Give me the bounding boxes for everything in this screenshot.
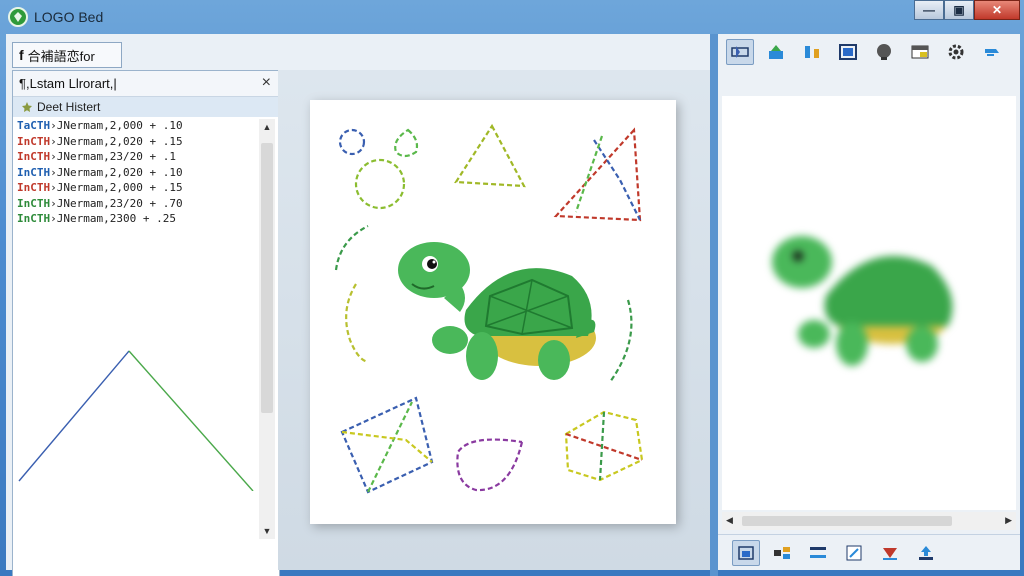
scroll-thumb[interactable] (261, 143, 273, 413)
history-star-icon (22, 102, 32, 112)
scroll-down-arrow[interactable]: ▼ (259, 523, 275, 539)
layers-icon[interactable] (732, 539, 760, 566)
tab-label: 合補語恋for (27, 48, 95, 64)
history-list: TaCTH ›JNermam,2,000 + .10 InCTH ›JNermam,… (17, 119, 253, 229)
graph-line-green (128, 350, 254, 491)
row-text: ›JNermam,2,000 + .15 (50, 181, 183, 194)
pen-icon[interactable] (978, 39, 1006, 65)
shape-arc-right (609, 299, 633, 383)
row-text: ›JNermam,23/20 + .1 (50, 150, 176, 163)
pane-splitter[interactable] (710, 34, 718, 576)
app-window: LOGO Bed — ▣ ✕ f 合補語恋for ¶,Lstam Llrorar… (0, 0, 1024, 576)
history-subtitle: Deet Histert (37, 100, 101, 114)
shape-hex-diagonal (565, 432, 643, 462)
menu-icon[interactable] (804, 540, 832, 566)
row-prefix: InCTH (17, 181, 51, 194)
panel-close-button[interactable]: × (262, 74, 271, 92)
list-item[interactable]: InCTH ›JNermam,23/20 + .1 (17, 150, 253, 166)
preview-horizontal-scrollbar[interactable]: ◀ ▶ (722, 512, 1016, 530)
history-panel: ¶,Lstam Llrorart,| × Deet Histert TaCTH ›… (12, 70, 280, 576)
shape-triangle-red (553, 127, 642, 222)
export-icon[interactable] (762, 39, 790, 65)
row-prefix: InCTH (17, 212, 51, 225)
edit-icon[interactable] (840, 540, 868, 566)
shape-arc-yellow (345, 283, 369, 364)
frame-icon[interactable] (834, 39, 862, 65)
upload-icon[interactable] (912, 540, 940, 566)
maximize-button[interactable]: ▣ (944, 0, 974, 20)
row-prefix: InCTH (17, 196, 51, 210)
shape-triangle (454, 123, 526, 188)
bottom-toolbar (718, 534, 1020, 570)
list-item[interactable]: InCTH ›JNermam,23/20 + .70 (17, 197, 253, 213)
list-item[interactable]: InCTH ›JNermam,2300 + .25 (17, 212, 253, 228)
title-bar: LOGO Bed — ▣ ✕ (0, 0, 1024, 34)
window-controls: — ▣ ✕ (914, 0, 1020, 22)
arrange-icon[interactable] (768, 540, 796, 566)
turtle-illustration[interactable] (398, 242, 596, 380)
marker-icon[interactable] (876, 540, 904, 566)
preview-toolbar (718, 34, 1020, 70)
minimize-button[interactable]: — (914, 0, 944, 20)
row-prefix: InCTH (17, 165, 51, 179)
shape-line-blue (593, 139, 641, 221)
list-item[interactable]: InCTH ›JNermam,2,020 + .15 (17, 135, 253, 151)
preview-pane: ◀ ▶ (718, 34, 1020, 570)
row-prefix: TaCTH (17, 119, 51, 132)
history-vertical-scrollbar[interactable]: ▲ ▼ (259, 119, 275, 539)
graph-line-blue (18, 350, 130, 482)
shape-quad (340, 396, 434, 494)
shape-circle-large (354, 158, 406, 210)
shape-drop (394, 128, 419, 158)
list-item[interactable]: InCTH ›JNermam,2,000 + .15 (17, 181, 253, 197)
shape-inner-line (341, 430, 433, 463)
stamp-icon[interactable] (870, 39, 898, 65)
list-item[interactable]: TaCTH ›JNermam,2,000 + .10 (17, 119, 253, 135)
shape-diagonal (367, 401, 413, 493)
list-item[interactable]: InCTH ›JNermam,2,020 + .10 (17, 166, 253, 182)
turtle-preview (772, 236, 953, 366)
row-text: ›JNermam,2,020 + .15 (50, 134, 183, 148)
tab-icon: f (19, 47, 24, 63)
scroll-left-arrow[interactable]: ◀ (726, 515, 733, 526)
history-panel-title: ¶,Lstam Llrorart,| (19, 76, 117, 91)
row-text: ›JNermam,2,000 + .10 (50, 119, 183, 132)
history-panel-header: ¶,Lstam Llrorart,| × (13, 71, 279, 97)
history-subheader: Deet Histert (13, 97, 279, 117)
select-tool-icon[interactable] (726, 39, 754, 65)
scroll-thumb[interactable] (742, 516, 952, 526)
turtle-logo-icon (8, 7, 28, 27)
shape-teardrop (456, 438, 524, 492)
row-text: ›JNermam,2300 + .25 (50, 212, 176, 225)
preview-viewport[interactable] (722, 96, 1016, 510)
scroll-up-arrow[interactable]: ▲ (259, 119, 275, 135)
settings-gear-icon[interactable] (942, 39, 970, 65)
window-title: LOGO Bed (34, 9, 104, 25)
history-graph (18, 350, 254, 491)
shape-arc-green (334, 225, 369, 271)
drawing-canvas[interactable] (310, 100, 676, 524)
close-button[interactable]: ✕ (974, 0, 1020, 20)
shape-circle-small (338, 128, 366, 156)
row-text: ›JNermam,23/20 + .70 (50, 196, 183, 210)
row-prefix: InCTH (17, 150, 51, 163)
canvas-drawing (334, 123, 644, 494)
shape-line-green (574, 135, 604, 213)
table-icon[interactable] (906, 39, 934, 65)
scroll-right-arrow[interactable]: ▶ (1005, 515, 1012, 526)
align-icon[interactable] (798, 39, 826, 65)
row-text: ›JNermam,2,020 + .10 (50, 165, 183, 179)
document-tab[interactable]: f 合補語恋for (12, 42, 122, 68)
row-prefix: InCTH (17, 134, 51, 148)
